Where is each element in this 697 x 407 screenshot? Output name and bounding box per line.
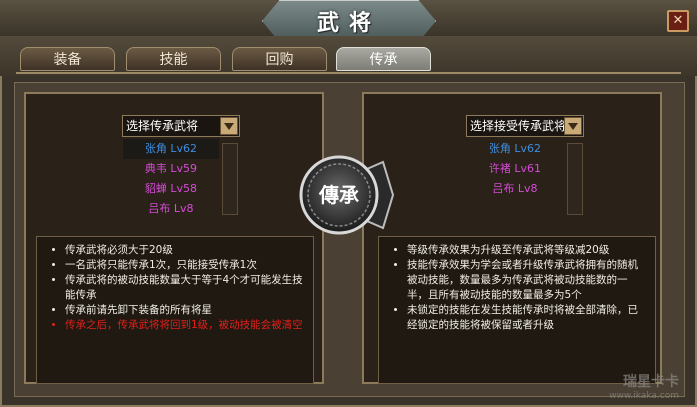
- source-list-scrollbar[interactable]: [222, 143, 238, 215]
- window-title: 武将: [316, 11, 381, 36]
- tab-label: 技能: [159, 52, 188, 68]
- chevron-down-icon[interactable]: [220, 117, 238, 135]
- tab-buyback[interactable]: 回购: [232, 47, 327, 71]
- inherit-button[interactable]: 傳承: [293, 150, 401, 240]
- rule-item-warning: 传承之后，传承武将将回到1级，被动技能会被清空: [65, 318, 303, 333]
- rule-item: 等级传承效果为升级至传承武将等级减20级: [407, 243, 645, 258]
- rule-item: 未锁定的技能在发生技能传承时将被全部清除，已经锁定的技能将被保留或者升级: [407, 303, 645, 333]
- list-item[interactable]: 典韦 Lv59: [123, 159, 219, 179]
- close-icon: ✕: [672, 13, 684, 28]
- target-rules-box: 等级传承效果为升级至传承武将等级减20级 技能传承效果为学会或者升级传承武将拥有…: [378, 236, 656, 384]
- inherit-button-label: 傳承: [318, 183, 359, 207]
- rule-item: 传承武将必须大于20级: [65, 243, 303, 258]
- source-general-select[interactable]: 选择传承武将: [122, 115, 240, 137]
- rule-item: 技能传承效果为学会或者升级传承武将拥有的随机被动技能，数量最多为传承武将被动技能…: [407, 258, 645, 303]
- select-label: 选择接受传承武将: [470, 119, 567, 133]
- list-item[interactable]: 吕布 Lv8: [123, 199, 219, 219]
- list-item[interactable]: 张角 Lv62: [123, 139, 219, 159]
- list-item[interactable]: 貂蝉 Lv58: [123, 179, 219, 199]
- tab-skills[interactable]: 技能: [126, 47, 221, 71]
- rule-item: 传承武将的被动技能数量大于等于4个才可能发生技能传承: [65, 273, 303, 303]
- tab-label: 回购: [265, 52, 294, 68]
- close-button[interactable]: ✕: [667, 10, 689, 32]
- watermark: 瑞星卡卡 www.ikaka.com: [609, 371, 679, 401]
- tab-divider: [16, 72, 681, 74]
- list-item[interactable]: 许褚 Lv61: [467, 159, 563, 179]
- target-general-list: 张角 Lv62 许褚 Lv61 吕布 Lv8: [467, 139, 563, 199]
- tab-label: 装备: [53, 52, 82, 68]
- tab-equipment[interactable]: 装备: [20, 47, 115, 71]
- tab-inherit[interactable]: 传承: [336, 47, 431, 71]
- list-item[interactable]: 张角 Lv62: [467, 139, 563, 159]
- tab-label: 传承: [369, 52, 398, 68]
- select-label: 选择传承武将: [126, 119, 199, 133]
- source-general-list: 张角 Lv62 典韦 Lv59 貂蝉 Lv58 吕布 Lv8: [123, 139, 219, 219]
- chevron-down-icon[interactable]: [564, 117, 582, 135]
- rule-item: 一名武将只能传承1次，只能接受传承1次: [65, 258, 303, 273]
- watermark-main: 瑞星卡卡: [623, 374, 679, 390]
- list-item[interactable]: 吕布 Lv8: [467, 179, 563, 199]
- rule-item: 传承前请先卸下装备的所有将星: [65, 303, 303, 318]
- source-rules-box: 传承武将必须大于20级 一名武将只能传承1次，只能接受传承1次 传承武将的被动技…: [36, 236, 314, 384]
- target-general-select[interactable]: 选择接受传承武将: [466, 115, 584, 137]
- watermark-sub: www.ikaka.com: [609, 391, 679, 401]
- target-list-scrollbar[interactable]: [567, 143, 583, 215]
- inherit-emblem-icon: 傳承: [299, 155, 395, 235]
